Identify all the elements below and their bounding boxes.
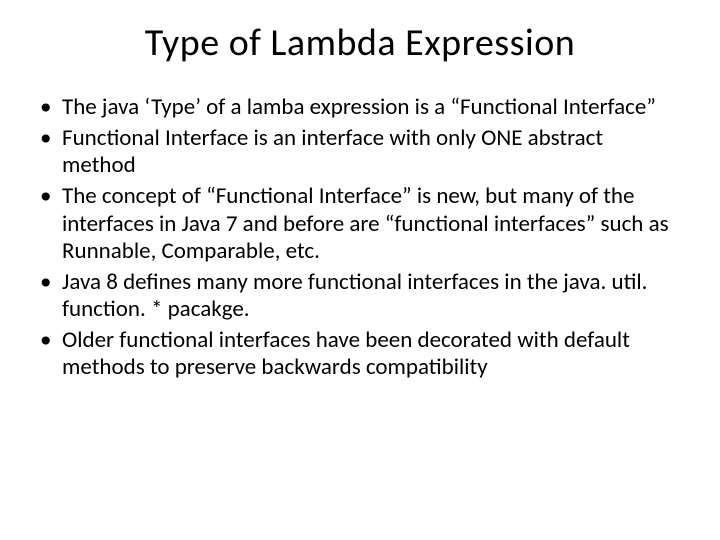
bullet-list: The java ‘Type’ of a lamba expression is… [0, 94, 720, 381]
bullet-item: The concept of “Functional Interface” is… [40, 183, 680, 264]
bullet-item: Java 8 defines many more functional inte… [40, 269, 680, 323]
slide-title: Type of Lambda Expression [0, 20, 720, 66]
bullet-item: Functional Interface is an interface wit… [40, 125, 680, 179]
bullet-item: Older functional interfaces have been de… [40, 327, 680, 381]
bullet-item: The java ‘Type’ of a lamba expression is… [40, 94, 680, 121]
